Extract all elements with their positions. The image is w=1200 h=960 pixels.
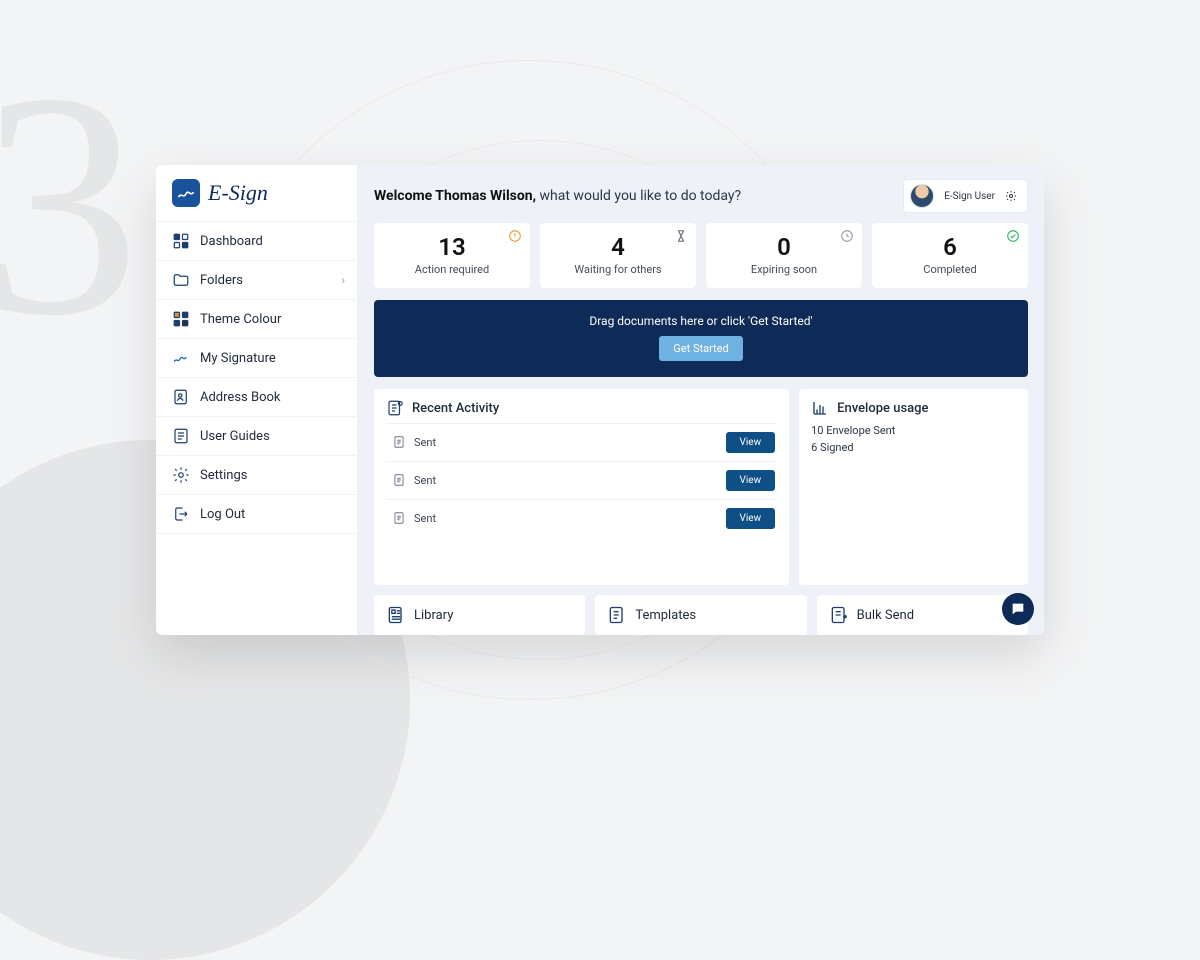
welcome-name: Welcome Thomas Wilson, [374,188,536,204]
bottom-cards: Library Templates Bulk Send [358,585,1044,635]
brand: E-Sign [156,165,357,215]
sidebar-item-theme[interactable]: Theme Colour [156,300,357,339]
sidebar-item-addressbook[interactable]: Address Book [156,378,357,417]
welcome-rest: what would you like to do today? [536,188,741,204]
card-label: Templates [635,608,696,623]
card-label: Bulk Send [857,608,914,623]
bulksend-card[interactable]: Bulk Send [817,595,1028,635]
clock-icon [840,229,854,243]
app-window: E-Sign Dashboard Folders › Theme Colour … [156,165,1044,635]
main: Welcome Thomas Wilson, what would you li… [358,165,1044,635]
sidebar-nav: Dashboard Folders › Theme Colour My Sign… [156,221,357,534]
stat-value: 6 [882,233,1018,261]
stat-completed[interactable]: 6 Completed [872,223,1028,288]
guides-icon [172,427,190,445]
bulksend-icon [829,605,849,625]
get-started-button[interactable]: Get Started [659,336,742,361]
alert-icon [508,229,522,243]
sidebar-item-label: User Guides [200,429,270,444]
sidebar-item-label: Settings [200,468,247,483]
addressbook-icon [172,388,190,406]
sidebar-item-signature[interactable]: My Signature [156,339,357,378]
bg-numeral: 3 [0,45,140,365]
document-icon [392,435,406,451]
document-icon [392,473,406,489]
view-button[interactable]: View [726,470,776,491]
templates-icon [607,605,627,625]
stat-label: Expiring soon [716,263,852,276]
activity-status: Sent [414,436,436,449]
sidebar-item-label: Folders [200,273,243,288]
view-button[interactable]: View [726,508,776,529]
activity-item: Sent View [386,423,777,461]
stat-action-required[interactable]: 13 Action required [374,223,530,288]
stat-value: 13 [384,233,520,261]
sidebar-item-logout[interactable]: Log Out [156,495,357,534]
card-header: Recent Activity [386,399,777,417]
sidebar-item-guides[interactable]: User Guides [156,417,357,456]
activity-status: Sent [414,474,436,487]
sidebar-item-label: Log Out [200,507,245,522]
user-menu[interactable]: E-Sign User [903,179,1028,213]
sidebar-item-folders[interactable]: Folders › [156,261,357,300]
stats-row: 13 Action required 4 Waiting for others … [358,223,1044,288]
welcome-text: Welcome Thomas Wilson, what would you li… [374,188,741,204]
sidebar-item-settings[interactable]: Settings [156,456,357,495]
dashboard-icon [172,232,190,250]
view-button[interactable]: View [726,432,776,453]
logout-icon [172,505,190,523]
activity-item: Sent View [386,461,777,499]
library-icon [386,605,406,625]
stat-value: 0 [716,233,852,261]
activity-item: Sent View [386,499,777,537]
chart-icon [811,399,829,417]
sidebar-item-label: Address Book [200,390,280,405]
stat-label: Completed [882,263,1018,276]
card-label: Library [414,608,453,623]
recent-activity-card: Recent Activity Sent View Sent [374,389,789,585]
signature-icon [172,349,190,367]
palette-icon [172,310,190,328]
sidebar-item-label: Dashboard [200,234,263,249]
hourglass-icon [674,229,688,243]
stat-label: Waiting for others [550,263,686,276]
stat-waiting[interactable]: 4 Waiting for others [540,223,696,288]
sidebar-item-label: My Signature [200,351,276,366]
dropzone[interactable]: Drag documents here or click 'Get Starte… [374,300,1028,377]
gear-icon [1005,190,1017,202]
settings-icon [172,466,190,484]
folder-icon [172,271,190,289]
usage-sent: 10 Envelope Sent [811,423,1016,440]
sidebar-item-dashboard[interactable]: Dashboard [156,221,357,261]
stat-expiring[interactable]: 0 Expiring soon [706,223,862,288]
activity-list: Sent View Sent View Se [386,423,777,575]
sidebar-item-label: Theme Colour [200,312,281,327]
stat-value: 4 [550,233,686,261]
stat-label: Action required [384,263,520,276]
envelope-usage-card: Envelope usage 10 Envelope Sent 6 Signed [799,389,1028,585]
templates-card[interactable]: Templates [595,595,806,635]
usage-signed: 6 Signed [811,440,1016,457]
avatar [910,184,934,208]
document-icon [392,511,406,527]
activity-icon [386,399,404,417]
chat-fab[interactable] [1002,593,1034,625]
card-title: Recent Activity [412,401,499,416]
library-card[interactable]: Library [374,595,585,635]
header: Welcome Thomas Wilson, what would you li… [358,165,1044,223]
dropzone-text: Drag documents here or click 'Get Starte… [384,314,1018,328]
brand-name: E-Sign [208,180,268,206]
check-icon [1006,229,1020,243]
sidebar: E-Sign Dashboard Folders › Theme Colour … [156,165,358,635]
card-title: Envelope usage [837,401,928,416]
activity-status: Sent [414,512,436,525]
chevron-right-icon: › [341,273,345,287]
brand-logo [172,179,200,207]
user-label: E-Sign User [944,191,995,202]
card-header: Envelope usage [811,399,1016,417]
